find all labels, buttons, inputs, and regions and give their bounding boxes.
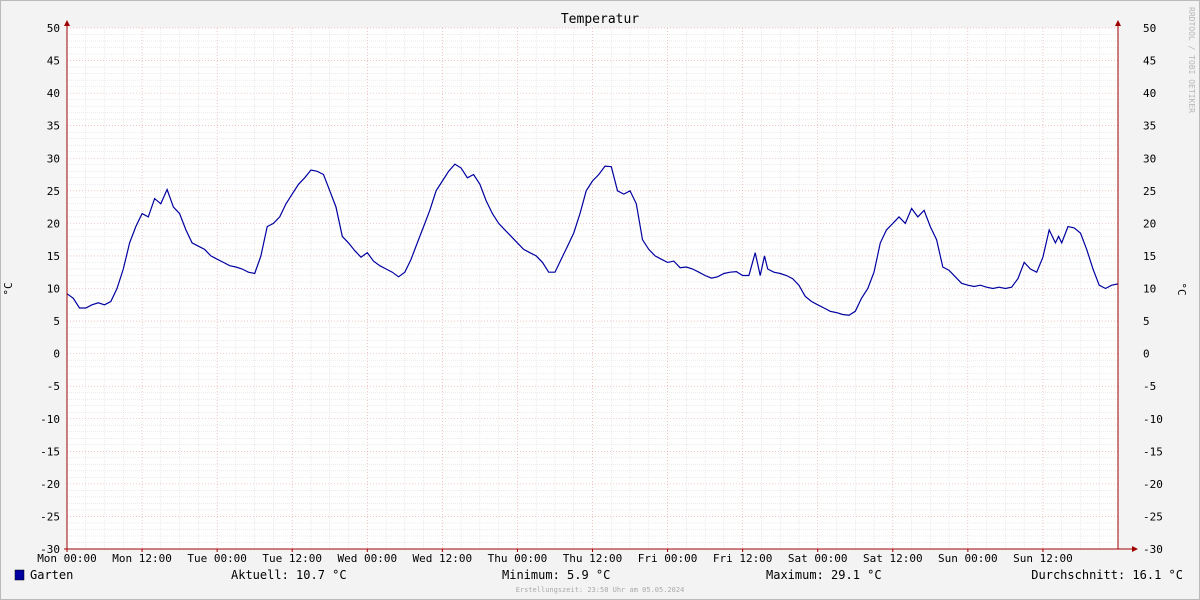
y-tick-label-left: 45 bbox=[47, 55, 60, 68]
y-tick-label-right: -15 bbox=[1143, 445, 1163, 458]
y-tick-label-left: 40 bbox=[47, 87, 60, 100]
y-tick-label-left: -5 bbox=[47, 380, 60, 393]
y-tick-label-left: 0 bbox=[53, 348, 60, 361]
temperature-chart: Temperatur °C °C RRDTOOL / TOBI OETIKER … bbox=[0, 0, 1200, 600]
y-tick-label-left: 15 bbox=[47, 250, 60, 263]
y-axis-label-right: °C bbox=[1175, 282, 1188, 295]
y-tick-label-left: 50 bbox=[47, 22, 60, 35]
y-tick-label-right: 10 bbox=[1143, 283, 1156, 296]
legend-series-label: Garten bbox=[30, 568, 73, 582]
x-tick-label: Thu 00:00 bbox=[488, 552, 548, 565]
y-tick-label-left: 10 bbox=[47, 283, 60, 296]
footer-timestamp: Erstellungszeit: 23:58 Uhr am 05.05.2024 bbox=[516, 586, 685, 594]
y-tick-label-right: -10 bbox=[1143, 413, 1163, 426]
x-tick-label: Sun 00:00 bbox=[938, 552, 998, 565]
x-tick-label: Thu 12:00 bbox=[563, 552, 623, 565]
y-tick-label-right: 35 bbox=[1143, 120, 1156, 133]
y-tick-label-left: -10 bbox=[40, 413, 60, 426]
x-tick-label: Wed 00:00 bbox=[337, 552, 397, 565]
legend-current: Aktuell: 10.7 °C bbox=[231, 568, 347, 582]
legend-average: Durchschnitt: 16.1 °C bbox=[1031, 568, 1183, 582]
y-tick-label-right: -25 bbox=[1143, 510, 1163, 523]
x-tick-label: Tue 12:00 bbox=[262, 552, 322, 565]
legend-maximum: Maximum: 29.1 °C bbox=[766, 568, 882, 582]
y-tick-label-left: 35 bbox=[47, 120, 60, 133]
x-tick-label: Sat 12:00 bbox=[863, 552, 923, 565]
y-tick-label-right: 40 bbox=[1143, 87, 1156, 100]
y-tick-label-left: 20 bbox=[47, 217, 60, 230]
y-tick-label-right: 30 bbox=[1143, 152, 1156, 165]
y-tick-label-left: 5 bbox=[53, 315, 60, 328]
y-axis-label-left: °C bbox=[2, 282, 15, 295]
y-tick-label-right: 0 bbox=[1143, 348, 1150, 361]
y-tick-label-left: 25 bbox=[47, 185, 60, 198]
legend-minimum: Minimum: 5.9 °C bbox=[502, 568, 610, 582]
y-tick-label-right: 15 bbox=[1143, 250, 1156, 263]
x-tick-label: Sun 12:00 bbox=[1013, 552, 1073, 565]
y-tick-label-right: 5 bbox=[1143, 315, 1150, 328]
x-tick-label: Tue 00:00 bbox=[187, 552, 247, 565]
x-tick-label: Mon 00:00 bbox=[37, 552, 97, 565]
x-tick-label: Fri 12:00 bbox=[713, 552, 773, 565]
y-tick-label-right: -5 bbox=[1143, 380, 1156, 393]
y-tick-label-right: 20 bbox=[1143, 217, 1156, 230]
y-tick-label-left: -15 bbox=[40, 445, 60, 458]
y-tick-label-left: -20 bbox=[40, 478, 60, 491]
y-tick-label-right: -20 bbox=[1143, 478, 1163, 491]
y-tick-label-right: 50 bbox=[1143, 22, 1156, 35]
x-tick-label: Fri 00:00 bbox=[638, 552, 698, 565]
legend-swatch-garten bbox=[14, 569, 25, 581]
rrdtool-watermark: RRDTOOL / TOBI OETIKER bbox=[1187, 7, 1196, 113]
y-tick-label-right: -30 bbox=[1143, 543, 1163, 556]
chart-title: Temperatur bbox=[561, 12, 639, 27]
y-tick-label-left: 30 bbox=[47, 152, 60, 165]
y-tick-label-right: 25 bbox=[1143, 185, 1156, 198]
y-tick-label-left: -25 bbox=[40, 510, 60, 523]
x-tick-label: Sat 00:00 bbox=[788, 552, 848, 565]
x-tick-label: Mon 12:00 bbox=[112, 552, 172, 565]
y-tick-label-right: 45 bbox=[1143, 55, 1156, 68]
x-tick-label: Wed 12:00 bbox=[413, 552, 473, 565]
